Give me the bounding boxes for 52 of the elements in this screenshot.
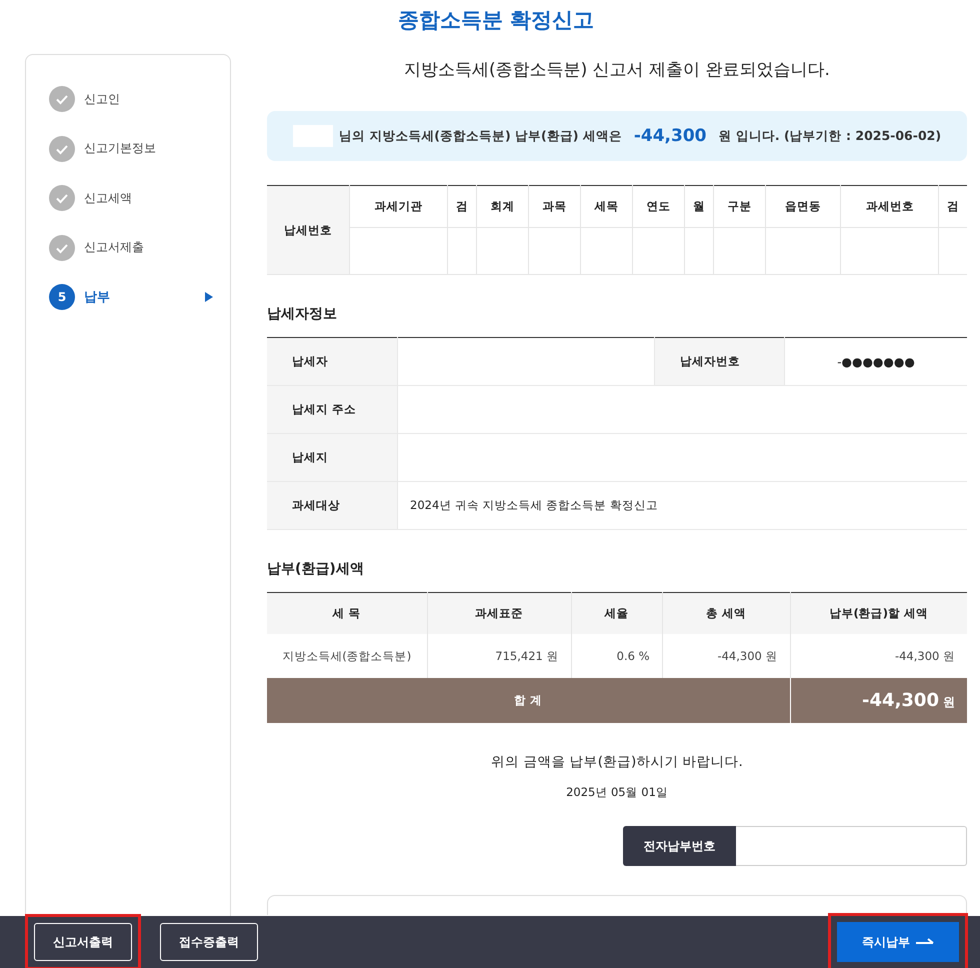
column-header: 과세표준 bbox=[427, 592, 571, 634]
column-header: 월 bbox=[684, 186, 714, 228]
step-number: 5 bbox=[49, 284, 75, 310]
column-header: 과목 bbox=[528, 186, 581, 228]
row-label: 납세자 bbox=[267, 338, 398, 386]
column-header: 회계 bbox=[476, 186, 529, 228]
completion-message: 지방소득세(종합소득분) 신고서 제출이 완료되었습니다. bbox=[403, 59, 831, 82]
step-label[interactable]: 신고인 bbox=[84, 90, 120, 108]
step-label[interactable]: 신고기본정보 bbox=[84, 140, 156, 157]
field-value: 2024년 귀속 지방소득세 종합소득분 확정신고 bbox=[410, 498, 658, 512]
taxpayer-number: -●●●●●●● bbox=[837, 354, 915, 368]
column-header: 세 목 bbox=[267, 592, 427, 634]
field-label: 전자납부번호 bbox=[623, 826, 736, 866]
section-title: 납부(환급)세액 bbox=[267, 560, 365, 578]
arrow-icon bbox=[205, 292, 213, 302]
section-title: 납세자정보 bbox=[267, 305, 338, 323]
column-header: 과세번호 bbox=[840, 186, 939, 228]
masked-name bbox=[292, 125, 333, 147]
input-field[interactable] bbox=[736, 826, 967, 866]
banner-text: 원 입니다. (납부기한 : 2025-06-02) bbox=[718, 128, 942, 144]
column-header: 구분 bbox=[714, 186, 766, 228]
row-label: 납세지 주소 bbox=[267, 386, 398, 434]
table-cell: 지방소득세(종합소득분) bbox=[267, 634, 427, 678]
column-header: 세목 bbox=[580, 186, 633, 228]
column-header: 과세기관 bbox=[350, 186, 448, 228]
row-label: 납세자번호 bbox=[654, 338, 784, 386]
total-amount: -44,300 bbox=[862, 690, 939, 711]
pay-button[interactable]: 즉시납부 bbox=[837, 922, 959, 962]
column-header: 총 세액 bbox=[662, 592, 790, 634]
notice-text: 위의 금액을 납부(환급)하시기 바랍니다. bbox=[490, 753, 744, 771]
step-label[interactable]: 신고세액 bbox=[84, 190, 132, 206]
total-label: 합 계 bbox=[267, 678, 790, 723]
currency-unit: 원 bbox=[943, 695, 955, 709]
column-header: 검 bbox=[448, 186, 477, 228]
column-header: 연도 bbox=[632, 186, 685, 228]
column-header: 납부(환급)할 세액 bbox=[790, 592, 967, 634]
step-label[interactable]: 신고서제출 bbox=[84, 239, 144, 256]
column-header: 세율 bbox=[571, 592, 662, 634]
print-button[interactable]: 접수증출력 bbox=[160, 923, 258, 961]
row-label: 납세지 bbox=[267, 434, 398, 482]
accordion-panel[interactable] bbox=[267, 895, 967, 915]
page-title: 종합소득분 확정신고 bbox=[396, 7, 596, 34]
column-header: 읍면동 bbox=[766, 186, 841, 228]
arrow-icon bbox=[916, 938, 934, 946]
row-label: 과세대상 bbox=[267, 482, 398, 530]
tax-amount: -44,300 bbox=[634, 126, 707, 146]
print-button[interactable]: 신고서출력 bbox=[34, 923, 132, 961]
date-text: 2025년 05월 01일 bbox=[565, 785, 669, 800]
column-header: 검 bbox=[938, 186, 967, 228]
table-header: 납세번호 bbox=[267, 186, 350, 274]
banner-text: 님의 지방소득세(종합소득분) 납부(환급) 세액은 bbox=[338, 128, 622, 144]
step-label[interactable]: 납부 bbox=[84, 288, 196, 306]
